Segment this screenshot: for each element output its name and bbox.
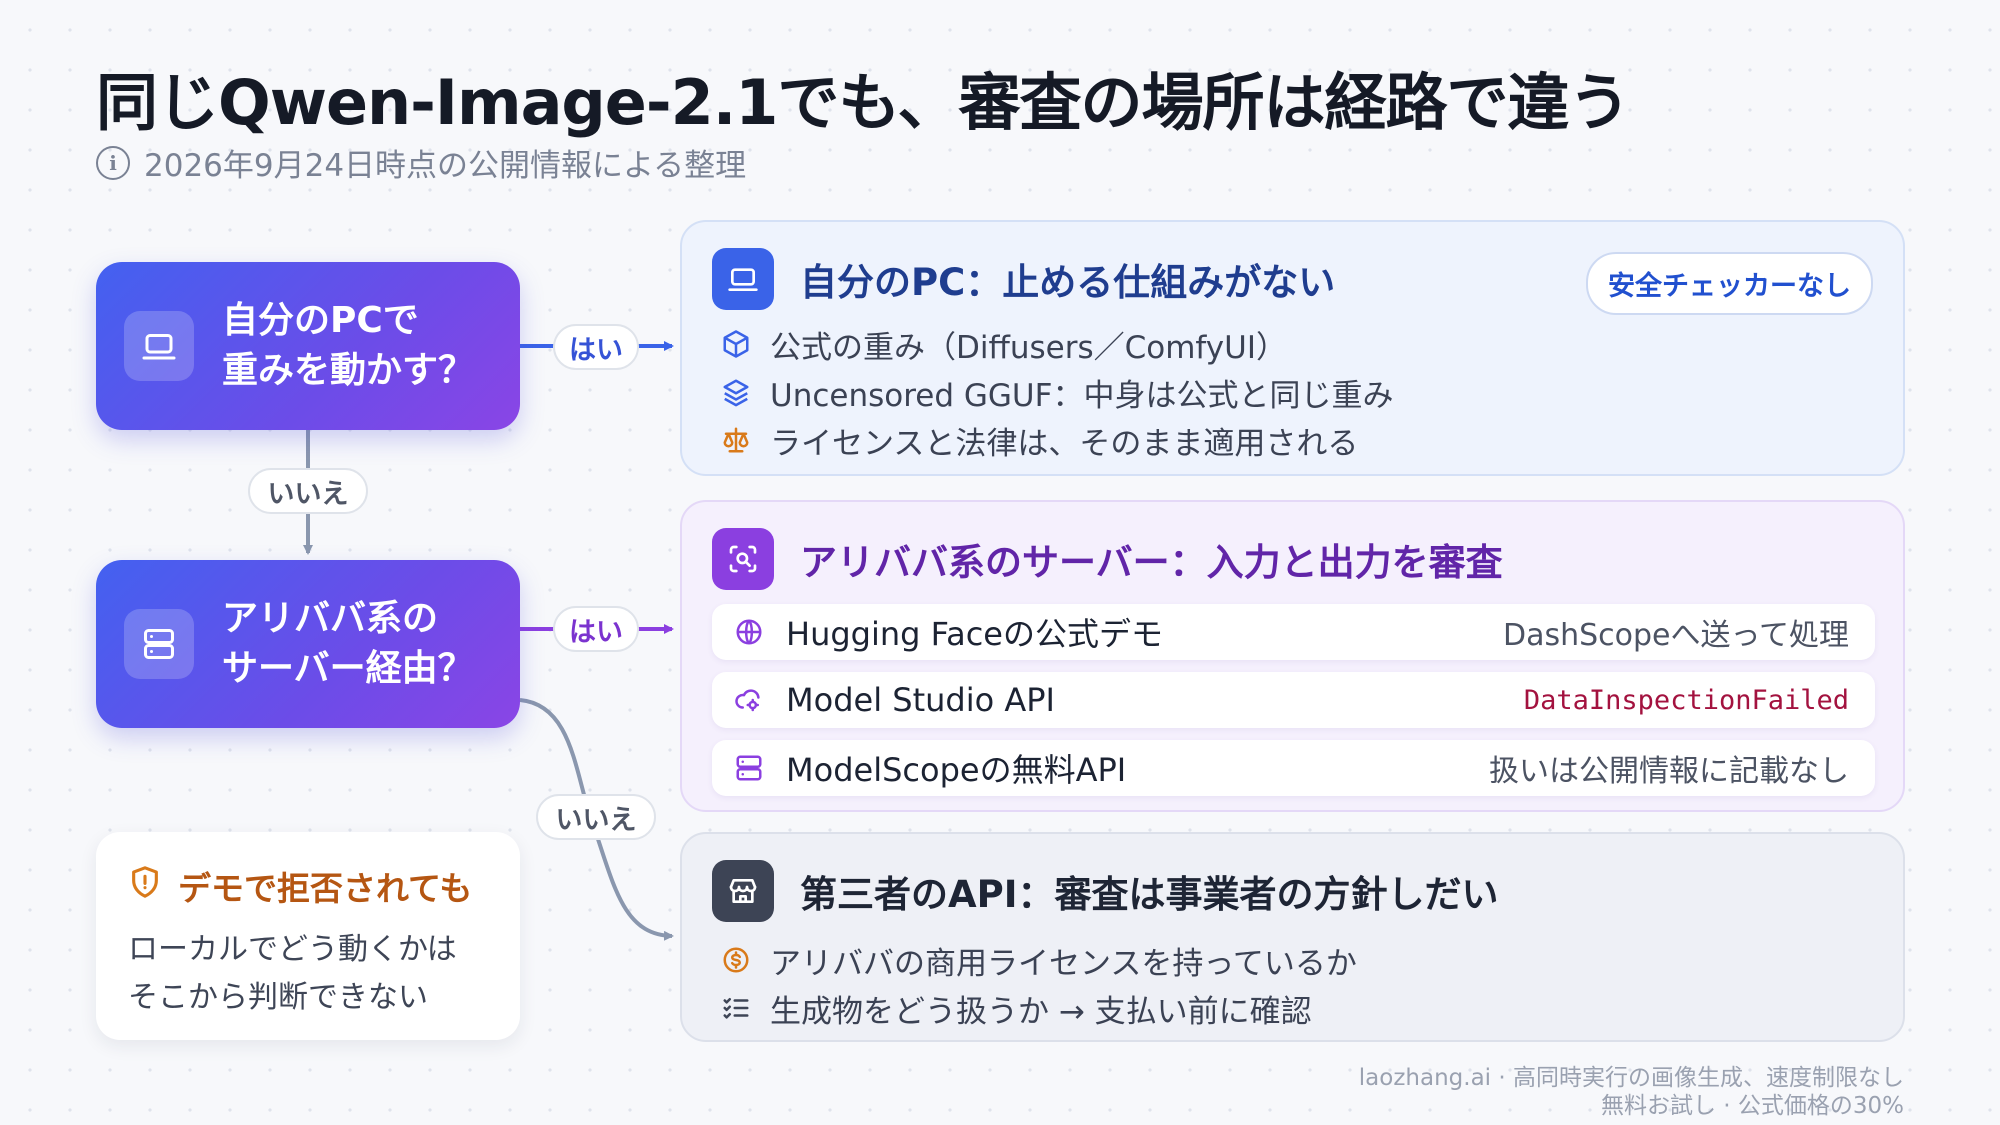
list-item: 生成物をどう扱うか → 支払い前に確認 — [720, 984, 1357, 1032]
table-row: Model Studio API DataInspectionFailed — [712, 672, 1875, 728]
note-title: デモで拒否されても — [178, 869, 473, 908]
list-item-text: 公式の重み（Diffusers／ComfyUI） — [770, 329, 1287, 366]
card-alibaba-servers: アリババ系のサーバー：入力と出力を審査 Hugging Faceの公式デモ Da… — [680, 500, 1905, 812]
edge-label-yes: はい — [553, 606, 639, 652]
question-alibaba-server: アリババ系の サーバー経由？ — [96, 560, 520, 728]
question-line: サーバー経由？ — [222, 648, 474, 689]
card-local-pc: 自分のPC：止める仕組みがない 安全チェッカーなし 公式の重み（Diffuser… — [680, 220, 1905, 476]
info-icon: i — [96, 145, 130, 180]
server-icon — [124, 609, 194, 679]
shield-alert-icon — [128, 865, 162, 907]
list-item-text: アリババの商用ライセンスを持っているか — [770, 945, 1357, 982]
edge-label-no: いいえ — [248, 468, 368, 514]
page-title: 同じQwen-Image-2.1でも、審査の場所は経路で違う — [96, 66, 1631, 139]
subtitle-text: 2026年9月24日時点の公開情報による整理 — [144, 148, 747, 184]
status-badge: 安全チェッカーなし — [1586, 252, 1873, 315]
row-label: Model Studio API — [786, 681, 1055, 719]
cloud-cog-icon — [732, 683, 766, 717]
server-icon — [732, 751, 766, 785]
store-icon — [712, 860, 774, 922]
scan-search-icon — [712, 528, 774, 590]
checklist-icon — [720, 992, 752, 1024]
note-card: デモで拒否されても ローカルでどう動くかは そこから判断できない — [96, 832, 520, 1040]
question-local-pc: 自分のPCで 重みを動かす？ — [96, 262, 520, 430]
card-title: 自分のPC：止める仕組みがない — [800, 261, 1336, 304]
edge-label-yes: はい — [553, 324, 639, 370]
cube-icon — [720, 328, 752, 360]
card-title: 第三者のAPI：審査は事業者の方針しだい — [800, 873, 1499, 916]
note-line: そこから判断できない — [128, 980, 428, 1015]
dollar-circle-icon — [720, 944, 752, 976]
list-item: ライセンスと法律は、そのまま適用される — [720, 416, 1393, 464]
row-value: 扱いは公開情報に記載なし — [1489, 754, 1849, 789]
row-label: ModelScopeの無料API — [786, 751, 1127, 789]
footer-line: laozhang.ai · 高同時実行の画像生成、速度制限なし — [1358, 1065, 1904, 1091]
table-row: ModelScopeの無料API 扱いは公開情報に記載なし — [712, 740, 1875, 796]
list-item-text: ライセンスと法律は、そのまま適用される — [770, 425, 1359, 462]
question-line: 自分のPCで — [222, 300, 419, 341]
note-line: ローカルでどう動くかは — [128, 932, 457, 967]
laptop-icon — [124, 311, 194, 381]
list-item-text: 生成物をどう扱うか → 支払い前に確認 — [770, 993, 1312, 1030]
row-value: DashScopeへ送って処理 — [1502, 618, 1849, 653]
question-line: アリババ系の — [222, 598, 439, 639]
error-code: DataInspectionFailed — [1523, 684, 1849, 716]
globe-icon — [732, 615, 766, 649]
list-item: アリババの商用ライセンスを持っているか — [720, 936, 1357, 984]
list-item: 公式の重み（Diffusers／ComfyUI） — [720, 320, 1393, 368]
page-subtitle: i 2026年9月24日時点の公開情報による整理 — [96, 140, 746, 185]
question-line: 重みを動かす？ — [222, 350, 475, 391]
table-row: Hugging Faceの公式デモ DashScopeへ送って処理 — [712, 604, 1875, 660]
list-item-text: Uncensored GGUF：中身は公式と同じ重み — [770, 377, 1394, 414]
card-title: アリババ系のサーバー：入力と出力を審査 — [800, 541, 1503, 584]
footer: laozhang.ai · 高同時実行の画像生成、速度制限なし 無料お試し · … — [1359, 1064, 1904, 1120]
laptop-icon — [712, 248, 774, 310]
list-item: Uncensored GGUF：中身は公式と同じ重み — [720, 368, 1393, 416]
row-label: Hugging Faceの公式デモ — [786, 615, 1163, 653]
edge-label-no: いいえ — [536, 794, 656, 840]
scale-icon — [720, 424, 752, 456]
footer-line: 無料お試し · 公式価格の30% — [1600, 1093, 1904, 1119]
layers-icon — [720, 376, 752, 408]
card-third-party-api: 第三者のAPI：審査は事業者の方針しだい アリババの商用ライセンスを持っているか… — [680, 832, 1905, 1042]
